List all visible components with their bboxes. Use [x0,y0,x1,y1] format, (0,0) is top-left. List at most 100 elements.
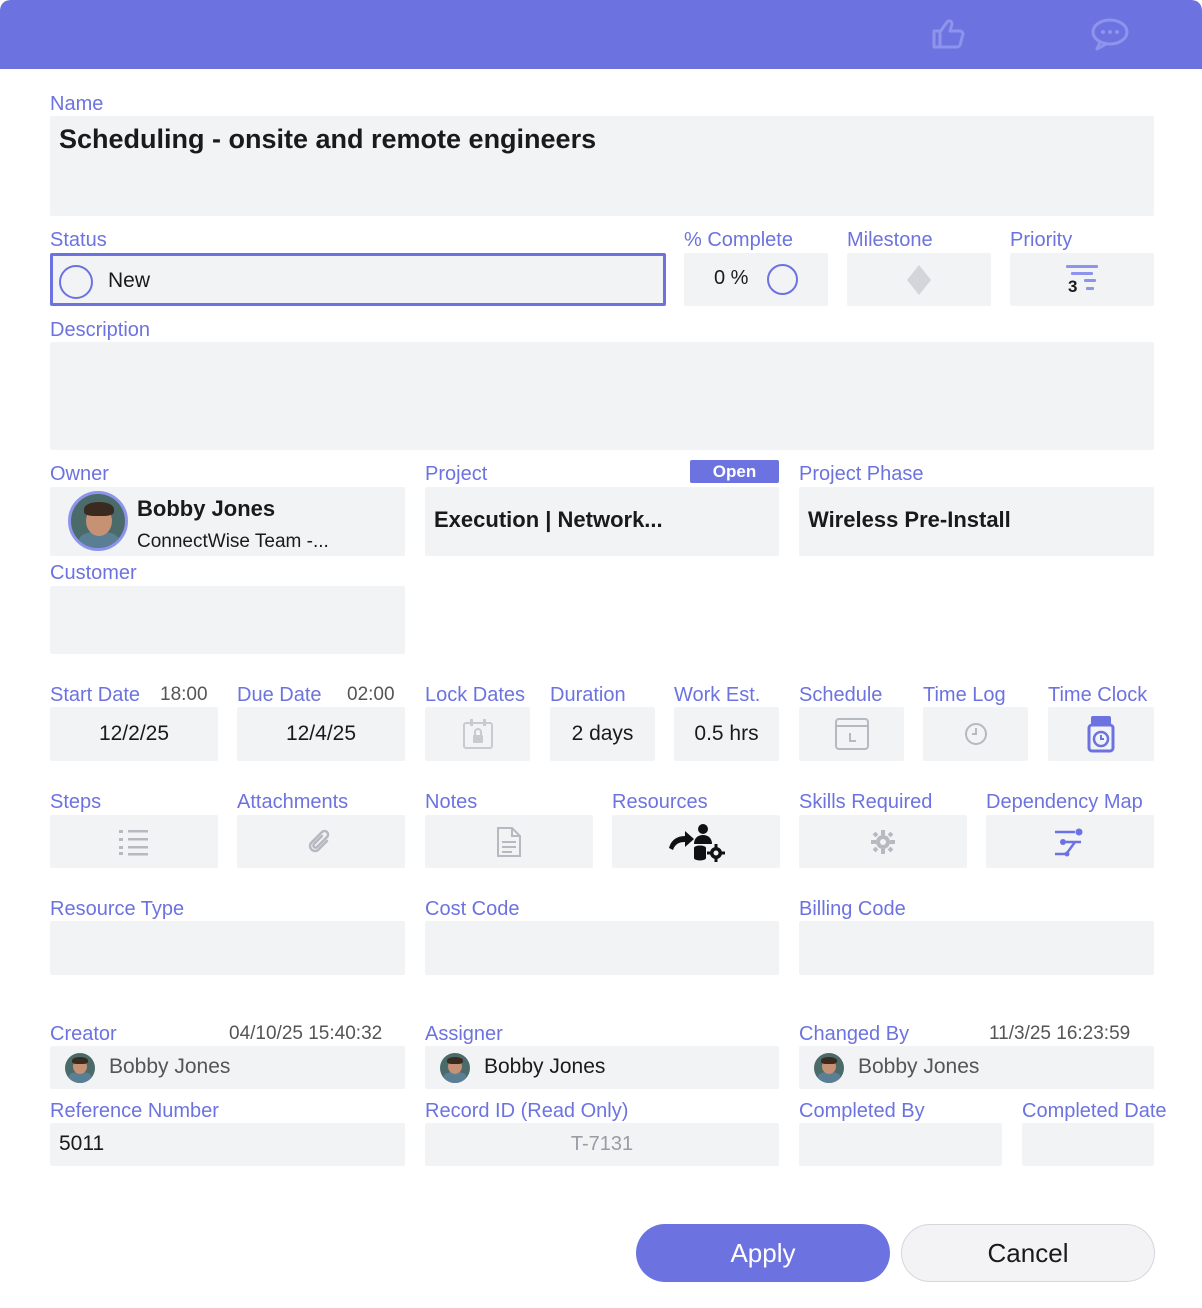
assigner-label: Assigner [425,1023,503,1045]
cost-code-field[interactable] [425,921,779,975]
status-value: New [108,269,151,292]
due-date-value: 12/4/25 [285,722,357,745]
time-clock-button[interactable] [1048,707,1154,761]
status-select[interactable]: New [50,253,666,306]
stopwatch-icon [1087,716,1115,753]
work-est-value: 0.5 hrs [694,722,759,745]
completed-by-field[interactable] [799,1123,1002,1166]
project-label: Project [425,463,488,485]
attachments-button[interactable] [237,815,405,868]
percent-complete-value: 0 % [714,267,749,289]
work-est-label: Work Est. [674,684,761,706]
changed-by-avatar [814,1053,844,1083]
progress-ring-icon [767,264,798,295]
assigner-name: Bobby Jones [484,1055,606,1078]
owner-label: Owner [50,463,109,485]
apply-button[interactable]: Apply [636,1224,890,1282]
thumbs-up-icon[interactable] [926,14,966,54]
dependency-map-button[interactable] [986,815,1154,868]
steps-label: Steps [50,791,102,813]
project-field[interactable]: Execution | Network... [425,487,779,556]
record-id-label: Record ID (Read Only) [425,1100,629,1122]
assigner-field[interactable]: Bobby Jones [425,1046,779,1089]
billing-code-label: Billing Code [799,898,906,920]
reference-number-value: 5011 [59,1132,105,1155]
project-phase-field[interactable]: Wireless Pre-Install [799,487,1154,556]
completed-date-label: Completed Date [1022,1100,1167,1122]
project-value: Execution | Network... [434,507,663,532]
assigner-avatar [440,1053,470,1083]
time-log-button[interactable] [923,707,1028,761]
customer-field[interactable] [50,586,405,654]
lock-dates-toggle[interactable] [425,707,530,761]
skills-required-label: Skills Required [799,791,933,813]
time-clock-label: Time Clock [1048,684,1148,706]
diamond-icon [907,264,931,295]
schedule-button[interactable] [799,707,904,761]
owner-field[interactable]: Bobby Jones ConnectWise Team -... [50,487,405,556]
name-label: Name [50,93,104,115]
start-time: 18:00 [160,684,208,705]
notes-button[interactable] [425,815,593,868]
name-field[interactable]: Scheduling - onsite and remote engineers [50,116,1154,216]
project-phase-value: Wireless Pre-Install [808,507,1011,532]
task-dialog: Name Scheduling - onsite and remote engi… [0,0,1202,1308]
creator-field: Bobby Jones [50,1046,405,1089]
changed-by-field: Bobby Jones [799,1046,1154,1089]
schedule-label: Schedule [799,684,883,706]
paperclip-icon [308,829,330,852]
resources-label: Resources [612,791,708,813]
clock-icon [964,723,987,745]
milestone-label: Milestone [847,229,933,251]
resource-type-field[interactable] [50,921,405,975]
start-date-label: Start Date [50,684,141,706]
cancel-button[interactable]: Cancel [901,1224,1155,1282]
numbered-list-icon [119,829,148,855]
duration-value: 2 days [571,722,634,745]
changed-by-timestamp: 11/3/25 16:23:59 [989,1023,1131,1044]
duration-field[interactable]: 2 days [550,707,655,761]
status-circle-icon [59,265,93,299]
skills-required-button[interactable] [799,815,967,868]
due-time: 02:00 [347,684,395,705]
owner-name: Bobby Jones [137,496,276,521]
percent-complete-field[interactable]: 0 % [684,253,828,306]
customer-label: Customer [50,562,137,584]
duration-label: Duration [550,684,626,706]
due-date-field[interactable]: 12/4/25 [237,707,405,761]
lock-dates-label: Lock Dates [425,684,526,706]
chat-icon[interactable] [1090,14,1130,54]
creator-avatar [65,1053,95,1083]
resource-assign-icon [669,823,725,862]
reference-number-field[interactable]: 5011 [50,1123,405,1166]
attachments-label: Attachments [237,791,349,813]
steps-button[interactable] [50,815,218,868]
resource-type-label: Resource Type [50,898,185,920]
project-phase-label: Project Phase [799,463,924,485]
document-icon [497,826,521,857]
work-est-field[interactable]: 0.5 hrs [674,707,779,761]
completed-date-field[interactable] [1022,1123,1154,1166]
changed-by-name: Bobby Jones [858,1055,980,1078]
dialog-header [0,0,1202,69]
calendar-icon [834,718,869,750]
name-value: Scheduling - onsite and remote engineers [59,124,597,154]
gear-icon [871,829,895,854]
milestone-toggle[interactable] [847,253,991,306]
start-date-field[interactable]: 12/2/25 [50,707,218,761]
due-date-label: Due Date [237,684,322,706]
dependency-map-label: Dependency Map [986,791,1143,813]
resources-button[interactable] [612,815,780,868]
creator-label: Creator [50,1023,117,1045]
completed-by-label: Completed By [799,1100,925,1122]
description-field[interactable] [50,342,1154,450]
reference-number-label: Reference Number [50,1100,219,1122]
time-log-label: Time Log [923,684,1006,706]
owner-team: ConnectWise Team -... [137,531,329,552]
record-id-value: T-7131 [570,1133,634,1155]
status-label: Status [50,229,107,251]
project-status-badge: Open [690,460,779,483]
billing-code-field[interactable] [799,921,1154,975]
priority-field[interactable]: 3 [1010,253,1154,306]
priority-label: Priority [1010,229,1073,251]
